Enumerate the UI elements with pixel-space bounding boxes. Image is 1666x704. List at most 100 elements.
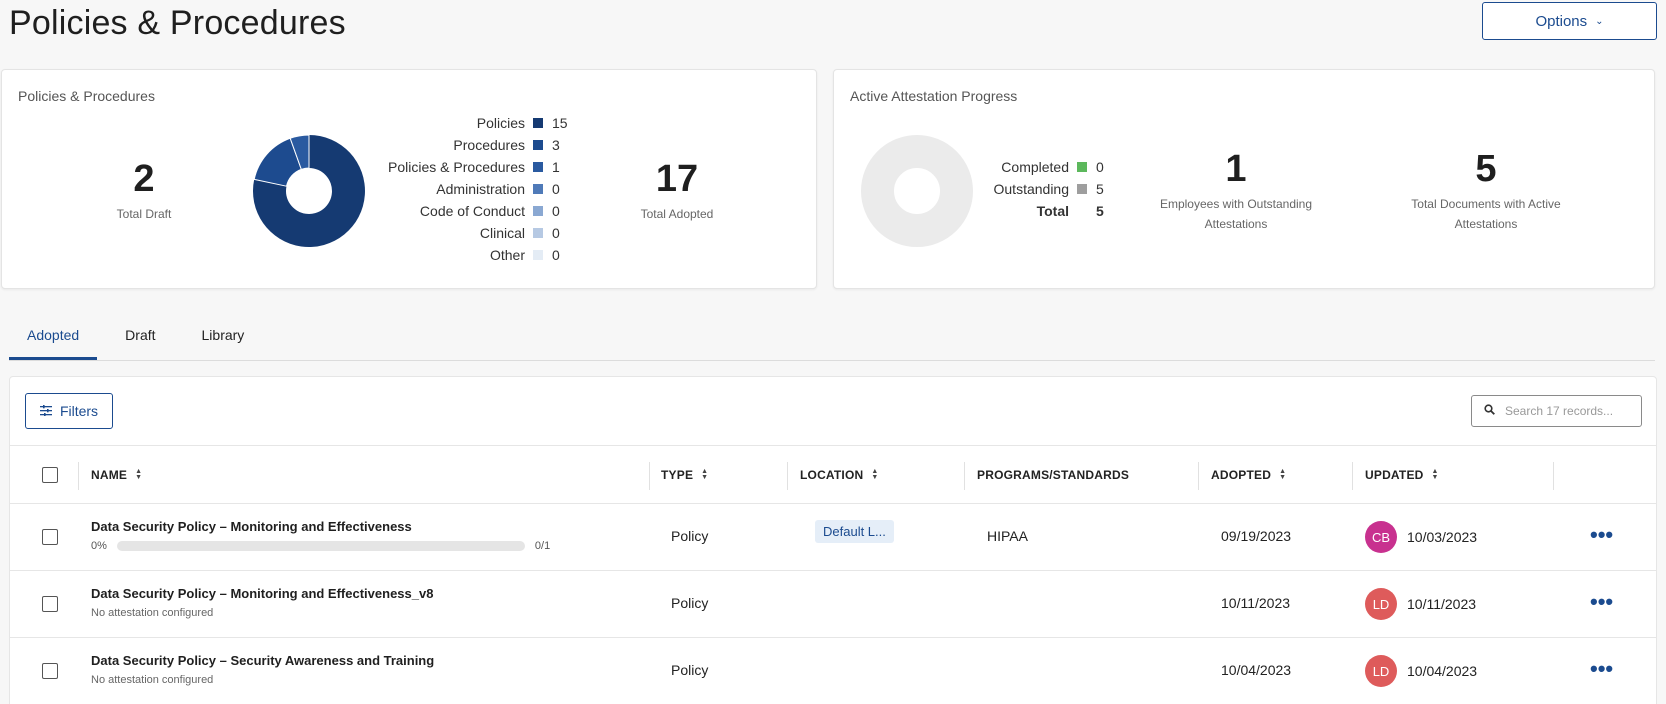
legend-value: 0 <box>552 247 560 263</box>
legend-label: Clinical <box>479 225 525 241</box>
column-label: LOCATION <box>800 468 864 482</box>
row-checkbox-cell <box>42 596 58 612</box>
document-name-link[interactable]: Data Security Policy – Monitoring and Ef… <box>91 519 550 534</box>
document-name-link[interactable]: Data Security Policy – Security Awarenes… <box>91 653 434 668</box>
row-updated-date: 10/04/2023 <box>1407 663 1478 679</box>
column-divider <box>964 462 965 490</box>
tab-library[interactable]: Library <box>184 312 263 360</box>
total-adopted-label: Total Adopted <box>640 207 714 221</box>
legend-row: Outstanding 5 <box>984 178 1116 200</box>
legend-row: Other 0 <box>372 244 572 266</box>
legend-value: 3 <box>552 137 560 153</box>
policies-summary-card: Policies & Procedures 2 Total Draft Poli… <box>1 69 817 289</box>
legend-value: 5 <box>1096 181 1104 197</box>
search-input[interactable]: Search 17 records... <box>1471 395 1642 427</box>
documents-active-value: 5 <box>1475 148 1497 190</box>
column-header-type[interactable]: TYPE ▲ ▼ <box>661 446 708 504</box>
more-actions-icon[interactable]: ••• <box>1590 658 1613 680</box>
column-header-updated[interactable]: UPDATED ▲ ▼ <box>1365 446 1439 504</box>
options-label: Options <box>1535 12 1588 30</box>
row-checkbox[interactable] <box>42 663 58 679</box>
legend-label: Procedures <box>453 137 525 153</box>
attestation-status: No attestation configured <box>91 607 214 619</box>
column-divider <box>1352 462 1353 490</box>
attestation-progress-card: Active Attestation Progress Completed 0 O… <box>833 69 1655 289</box>
sort-icon: ▲ ▼ <box>1279 468 1287 481</box>
row-updated-cell: LD 10/11/2023 <box>1365 588 1476 620</box>
legend-value: 0 <box>552 203 560 219</box>
row-adopted-date: 10/04/2023 <box>1221 662 1292 678</box>
legend-label: Policies & Procedures <box>388 159 525 175</box>
row-programs: HIPAA <box>987 528 1028 544</box>
total-draft-value: 2 <box>133 158 155 200</box>
legend-swatch <box>533 118 543 128</box>
row-adopted-date: 10/11/2023 <box>1221 595 1291 611</box>
filters-button[interactable]: Filters <box>25 393 113 429</box>
documents-table-panel: Filters Search 17 records... NAME ▲ ▼ TYPE… <box>9 376 1657 704</box>
legend-swatch <box>533 228 543 238</box>
column-header-name[interactable]: NAME ▲ ▼ <box>91 446 142 504</box>
row-updated-cell: CB 10/03/2023 <box>1365 521 1477 553</box>
row-checkbox[interactable] <box>42 596 58 612</box>
tab-draft[interactable]: Draft <box>107 312 173 360</box>
more-actions-icon[interactable]: ••• <box>1590 524 1613 546</box>
row-updated-date: 10/11/2023 <box>1407 596 1477 612</box>
options-button[interactable]: Options ⌄ <box>1482 2 1657 40</box>
chevron-down-icon: ⌄ <box>1595 15 1604 27</box>
search-placeholder: Search 17 records... <box>1505 404 1614 418</box>
select-all-cell <box>42 446 58 504</box>
legend-label: Policies <box>476 115 525 131</box>
tab-adopted[interactable]: Adopted <box>9 312 98 360</box>
column-label: UPDATED <box>1365 468 1424 482</box>
total-adopted-stat: 17 Total Adopted <box>627 160 727 224</box>
location-chip[interactable]: Default L... <box>815 520 894 543</box>
legend-swatch <box>533 162 543 172</box>
progress-bar <box>116 541 525 551</box>
documents-active-label: Total Documents with Active Attestations <box>1411 197 1561 231</box>
avatar: CB <box>1365 521 1397 553</box>
attestation-donut-chart <box>861 135 973 247</box>
attestation-status: No attestation configured <box>91 674 214 686</box>
legend-value: 15 <box>552 115 568 131</box>
column-header-adopted[interactable]: ADOPTED ▲ ▼ <box>1211 446 1286 504</box>
total-draft-stat: 2 Total Draft <box>94 160 194 224</box>
legend-total-value: 5 <box>1096 203 1104 219</box>
document-type-legend: Policies 15 Procedures 3 Policies & Proced… <box>372 112 572 266</box>
column-divider <box>1198 462 1199 490</box>
progress-percent: 0% <box>91 540 107 552</box>
legend-row: Completed 0 <box>984 156 1116 178</box>
legend-value: 0 <box>552 225 560 241</box>
attestation-progress: 0% 0/1 <box>91 540 550 552</box>
document-name-link[interactable]: Data Security Policy – Monitoring and Ef… <box>91 586 433 601</box>
row-checkbox[interactable] <box>42 529 58 545</box>
select-all-checkbox[interactable] <box>42 467 58 483</box>
column-label: NAME <box>91 468 128 482</box>
column-label: ADOPTED <box>1211 468 1272 482</box>
row-checkbox-cell <box>42 529 58 545</box>
more-actions-icon[interactable]: ••• <box>1590 591 1613 613</box>
column-label: PROGRAMS/STANDARDS <box>977 468 1130 482</box>
row-name-cell: Data Security Policy – Monitoring and Ef… <box>91 586 433 619</box>
row-updated-date: 10/03/2023 <box>1407 529 1478 545</box>
legend-swatch <box>533 250 543 260</box>
document-type-donut-chart <box>252 134 365 247</box>
total-draft-label: Total Draft <box>116 207 172 221</box>
table-row[interactable]: Data Security Policy – Security Awarenes… <box>10 638 1656 704</box>
row-checkbox-cell <box>42 663 58 679</box>
legend-row: Policies & Procedures 1 <box>372 156 572 178</box>
employees-outstanding-stat: 1 Employees with Outstanding Attestation… <box>1156 150 1316 234</box>
legend-label: Completed <box>1001 159 1069 175</box>
legend-swatch <box>533 140 543 150</box>
row-updated-cell: LD 10/04/2023 <box>1365 655 1477 687</box>
column-divider <box>1553 462 1554 490</box>
legend-label: Administration <box>436 181 525 197</box>
column-header-programs: PROGRAMS/STANDARDS <box>977 446 1129 504</box>
legend-row: Administration 0 <box>372 178 572 200</box>
legend-label: Code of Conduct <box>419 203 525 219</box>
column-header-location[interactable]: LOCATION ▲ ▼ <box>800 446 879 504</box>
table-row[interactable]: Data Security Policy – Monitoring and Ef… <box>10 571 1656 638</box>
row-location-cell: Default L... <box>815 520 894 543</box>
table-header: NAME ▲ ▼ TYPE ▲ ▼ LOCATION ▲ ▼ PROGRAMS/STANDA… <box>10 445 1656 504</box>
sort-icon: ▲ ▼ <box>1431 468 1439 481</box>
table-row[interactable]: Data Security Policy – Monitoring and Ef… <box>10 504 1656 571</box>
